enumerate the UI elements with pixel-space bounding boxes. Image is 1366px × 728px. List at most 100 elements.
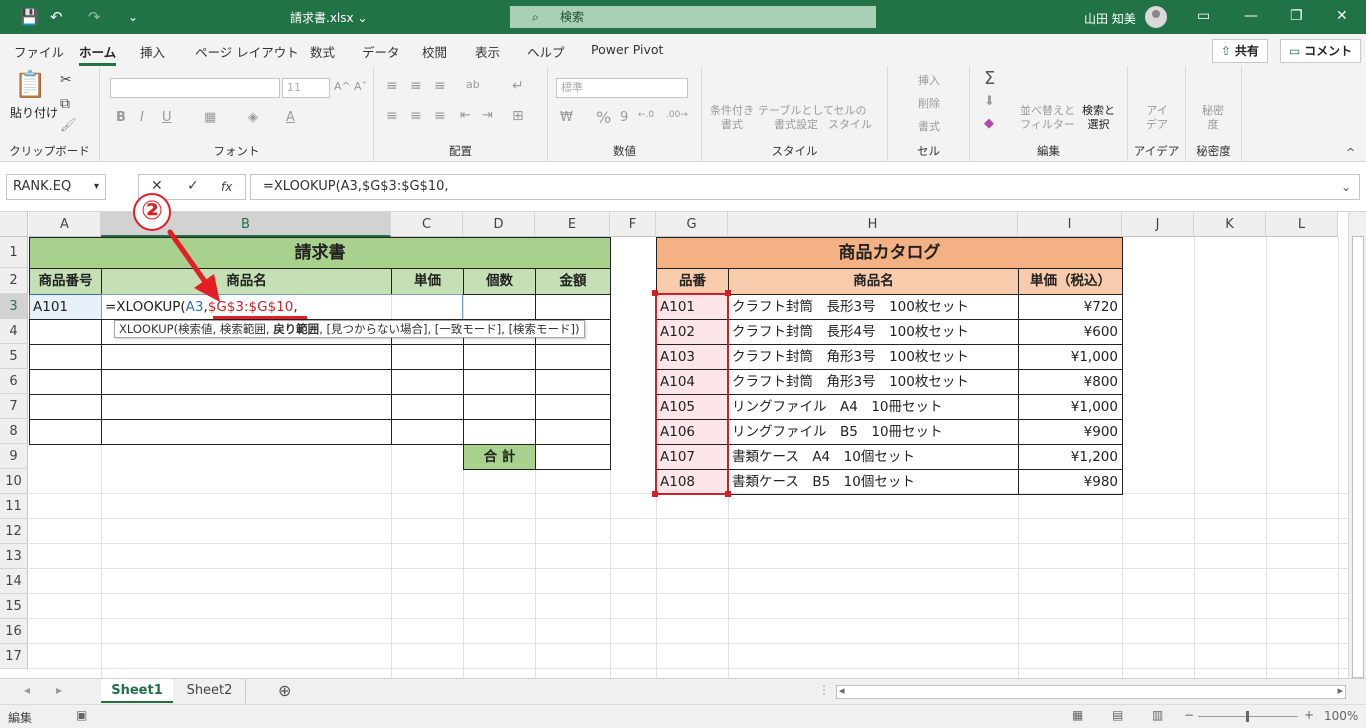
insert-cells-button[interactable]: 挿入 bbox=[918, 72, 940, 88]
collapse-ribbon-icon[interactable]: ^ bbox=[1346, 146, 1355, 159]
cell-d7[interactable] bbox=[463, 394, 536, 420]
invoice-header-amount[interactable]: 金額 bbox=[535, 268, 611, 295]
normal-view-icon[interactable]: ▦ bbox=[1072, 708, 1083, 722]
catalog-price-cell[interactable]: ¥980 bbox=[1018, 469, 1123, 495]
scrollbar-thumb[interactable] bbox=[1352, 236, 1364, 678]
cell-b5[interactable] bbox=[101, 344, 392, 370]
cell-e7[interactable] bbox=[535, 394, 611, 420]
catalog-price-cell[interactable]: ¥1,200 bbox=[1018, 444, 1123, 470]
save-icon[interactable]: 💾 bbox=[20, 8, 39, 26]
search-box[interactable]: ⌕ 検索 bbox=[510, 6, 876, 28]
catalog-name-cell[interactable]: クラフト封筒 長形4号 100枚セット bbox=[728, 319, 1019, 345]
close-icon[interactable]: ✕ bbox=[1336, 8, 1348, 24]
tab-data[interactable]: データ bbox=[362, 42, 400, 61]
sheet-next-icon[interactable]: ▸ bbox=[56, 683, 62, 697]
row-header-10[interactable]: 10 bbox=[0, 469, 28, 494]
row-header-15[interactable]: 15 bbox=[0, 594, 28, 619]
row-header-8[interactable]: 8 bbox=[0, 419, 28, 444]
row-header-14[interactable]: 14 bbox=[0, 569, 28, 594]
cell-a4[interactable] bbox=[29, 319, 102, 345]
macro-record-icon[interactable]: ▣ bbox=[76, 708, 87, 722]
find-select-button[interactable]: 検索と 選択 bbox=[1082, 104, 1115, 132]
shrink-font-button[interactable]: Aˇ bbox=[354, 80, 367, 93]
align-bottom-icon[interactable]: ≡ bbox=[434, 78, 446, 94]
align-middle-icon[interactable]: ≡ bbox=[410, 78, 422, 94]
sensitivity-button[interactable]: 秘密 度 bbox=[1202, 104, 1224, 132]
row-header-11[interactable]: 11 bbox=[0, 494, 28, 519]
cell-b6[interactable] bbox=[101, 369, 392, 395]
autosum-icon[interactable]: Σ bbox=[984, 68, 995, 89]
cell-styles-button[interactable]: セルの スタイル bbox=[828, 104, 872, 132]
row-header-12[interactable]: 12 bbox=[0, 519, 28, 544]
cell-e5[interactable] bbox=[535, 344, 611, 370]
enter-icon[interactable]: ✓ bbox=[187, 178, 199, 194]
cell-c7[interactable] bbox=[391, 394, 464, 420]
tab-file[interactable]: ファイル bbox=[14, 42, 64, 61]
conditional-format-button[interactable]: 条件付き 書式 bbox=[710, 104, 754, 132]
tab-home[interactable]: ホーム bbox=[79, 42, 117, 66]
italic-button[interactable]: I bbox=[140, 110, 144, 125]
horizontal-scrollbar[interactable]: ◂ ▸ bbox=[836, 684, 1346, 699]
row-header-3[interactable]: 3 bbox=[0, 294, 28, 319]
cell-b7[interactable] bbox=[101, 394, 392, 420]
cell-a7[interactable] bbox=[29, 394, 102, 420]
total-label[interactable]: 合 計 bbox=[463, 444, 536, 470]
cell-c8[interactable] bbox=[391, 419, 464, 445]
catalog-price-cell[interactable]: ¥720 bbox=[1018, 294, 1123, 320]
catalog-name-cell[interactable]: 書類ケース A4 10個セット bbox=[728, 444, 1019, 470]
insert-function-icon[interactable]: fx bbox=[221, 180, 232, 194]
tab-view[interactable]: 表示 bbox=[475, 42, 500, 61]
cell-d5[interactable] bbox=[463, 344, 536, 370]
format-as-table-button[interactable]: テーブルとして 書式設定 bbox=[758, 104, 834, 132]
row-header-17[interactable]: 17 bbox=[0, 644, 28, 669]
cut-icon[interactable]: ✂ bbox=[60, 72, 72, 88]
column-header-k[interactable]: K bbox=[1194, 212, 1266, 237]
column-header-f[interactable]: F bbox=[610, 212, 656, 237]
undo-icon[interactable]: ↶ bbox=[50, 8, 63, 26]
font-size-select[interactable]: 11 bbox=[282, 78, 330, 98]
redo-icon[interactable]: ↷ bbox=[88, 8, 101, 26]
sheet-tab-sheet1[interactable]: Sheet1 bbox=[101, 679, 173, 703]
range-handle[interactable] bbox=[725, 491, 731, 497]
cell-d6[interactable] bbox=[463, 369, 536, 395]
indent-increase-icon[interactable]: ⇥ bbox=[482, 108, 493, 123]
catalog-code-cell[interactable]: A104 bbox=[656, 369, 729, 395]
cell-b8[interactable] bbox=[101, 419, 392, 445]
cell-e8[interactable] bbox=[535, 419, 611, 445]
row-header-2[interactable]: 2 bbox=[0, 268, 28, 294]
cell-a6[interactable] bbox=[29, 369, 102, 395]
orientation-icon[interactable]: ab bbox=[466, 78, 480, 91]
bold-button[interactable]: B bbox=[116, 110, 126, 125]
column-header-h[interactable]: H bbox=[728, 212, 1018, 237]
percent-format-icon[interactable]: % bbox=[596, 108, 611, 127]
copy-icon[interactable]: ⧉ bbox=[60, 96, 70, 112]
comma-format-icon[interactable]: 9 bbox=[620, 110, 628, 125]
tab-formulas[interactable]: 数式 bbox=[310, 42, 335, 61]
invoice-title[interactable]: 請求書 bbox=[29, 237, 611, 269]
zoom-slider-thumb[interactable] bbox=[1246, 711, 1249, 722]
column-header-a[interactable]: A bbox=[29, 212, 101, 237]
sheet-tab-sheet2[interactable]: Sheet2 bbox=[174, 679, 246, 703]
catalog-name-cell[interactable]: リングファイル A4 10冊セット bbox=[728, 394, 1019, 420]
catalog-header-code[interactable]: 品番 bbox=[656, 268, 729, 295]
catalog-header-price[interactable]: 単価（税込） bbox=[1018, 268, 1123, 295]
restore-icon[interactable]: ❐ bbox=[1290, 8, 1303, 24]
catalog-name-cell[interactable]: 書類ケース B5 10個セット bbox=[728, 469, 1019, 495]
page-layout-view-icon[interactable]: ▤ bbox=[1112, 708, 1123, 722]
font-color-icon[interactable]: A bbox=[286, 110, 295, 125]
catalog-code-cell[interactable]: A103 bbox=[656, 344, 729, 370]
comment-button[interactable]: ▭ コメント bbox=[1280, 39, 1362, 63]
catalog-price-cell[interactable]: ¥600 bbox=[1018, 319, 1123, 345]
paste-icon[interactable]: 📋 bbox=[14, 70, 46, 100]
catalog-code-cell[interactable]: A107 bbox=[656, 444, 729, 470]
wrap-text-icon[interactable]: ↵ bbox=[512, 78, 524, 94]
align-right-icon[interactable]: ≡ bbox=[434, 108, 446, 124]
range-handle[interactable] bbox=[652, 290, 658, 296]
expand-formula-icon[interactable]: ⌄ bbox=[1341, 175, 1351, 199]
page-break-view-icon[interactable]: ▥ bbox=[1152, 708, 1163, 722]
sheet-prev-icon[interactable]: ◂ bbox=[24, 683, 30, 697]
ribbon-display-icon[interactable]: ▭ bbox=[1197, 8, 1210, 24]
column-header-c[interactable]: C bbox=[391, 212, 463, 237]
customize-toolbar-icon[interactable]: ⌄ bbox=[128, 8, 138, 26]
align-center-icon[interactable]: ≡ bbox=[410, 108, 422, 124]
